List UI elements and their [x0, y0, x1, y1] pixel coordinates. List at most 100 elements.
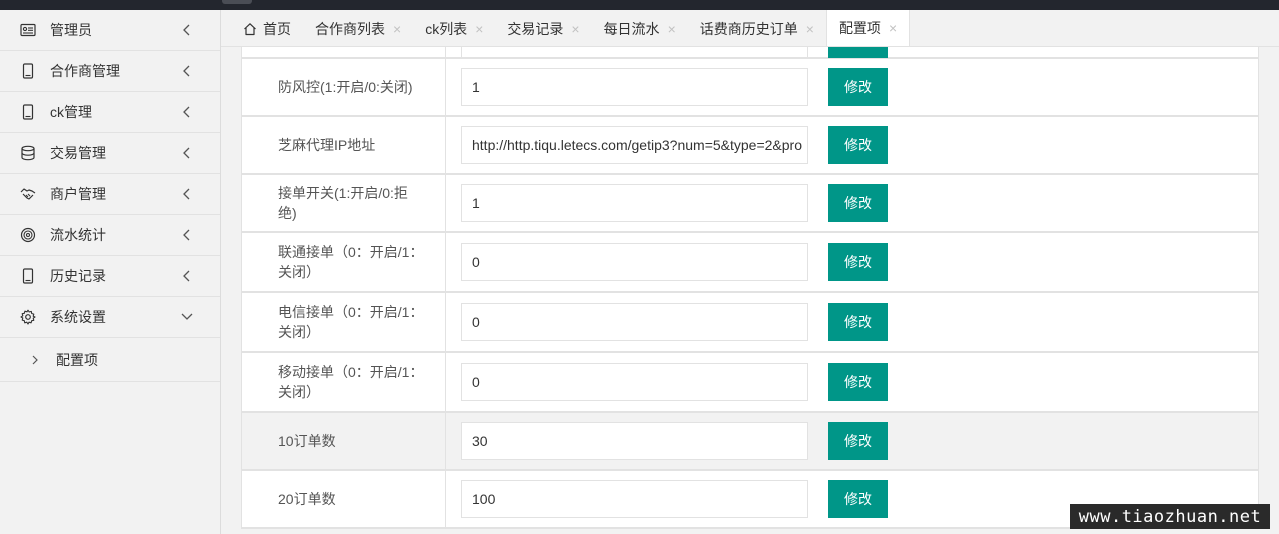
sidebar-item-label: 交易管理: [50, 145, 106, 161]
row-label: 芝麻代理IP地址: [242, 117, 446, 173]
tab-label: 首页: [263, 20, 291, 37]
sidebar-item-label: 商户管理: [50, 186, 106, 202]
tab-home[interactable]: 首页: [231, 10, 303, 47]
tab-daily-flow[interactable]: 每日流水 ×: [592, 10, 688, 47]
tab-partner-list[interactable]: 合作商列表 ×: [303, 10, 413, 47]
sidebar-subitem-label: 配置项: [56, 351, 98, 368]
sidebar-item-merchant-management[interactable]: 商户管理: [0, 174, 220, 215]
table-row: 防风控(1:开启/0:关闭) 1 修改: [242, 59, 1258, 117]
modify-button[interactable]: 修改: [828, 126, 888, 164]
config-input[interactable]: 1: [461, 68, 808, 106]
sidebar-item-label: 合作商管理: [50, 63, 120, 79]
sidebar-item-ck-management[interactable]: ck管理: [0, 92, 220, 133]
home-icon: [244, 22, 256, 35]
gear-icon: [20, 309, 36, 325]
chevron-left-icon: [183, 147, 190, 159]
modify-button[interactable]: 修改: [828, 243, 888, 281]
close-icon[interactable]: ×: [571, 21, 579, 37]
table-row: 电信接单（0：开启/1：关闭） 0 修改: [242, 293, 1258, 353]
tab-carrier-history-orders[interactable]: 话费商历史订单 ×: [688, 10, 826, 47]
row-label: 接单开关(1:开启/0:拒绝): [242, 175, 446, 231]
close-icon[interactable]: ×: [889, 20, 897, 36]
tab-trade-records[interactable]: 交易记录 ×: [495, 10, 591, 47]
config-input[interactable]: 100: [461, 480, 808, 518]
config-input[interactable]: 1: [461, 184, 808, 222]
table-row-partial: [242, 47, 1258, 59]
close-icon[interactable]: ×: [668, 21, 676, 37]
row-value-cell: 1 修改: [446, 175, 1258, 231]
modify-button[interactable]: 修改: [828, 184, 888, 222]
config-input[interactable]: 0: [461, 303, 808, 341]
sidebar-item-label: 历史记录: [50, 268, 106, 284]
sidebar-item-history[interactable]: 历史记录: [0, 256, 220, 297]
config-input[interactable]: 0: [461, 363, 808, 401]
row-label: 联通接单（0：开启/1：关闭）: [242, 233, 446, 291]
row-value-cell: http://http.tiqu.letecs.com/getip3?num=5…: [446, 117, 1258, 173]
tab-label: ck列表: [425, 20, 468, 37]
sidebar-item-partner-management[interactable]: 合作商管理: [0, 51, 220, 92]
database-icon: [20, 145, 36, 161]
target-icon: [20, 227, 36, 243]
sidebar-item-flow-statistics[interactable]: 流水统计: [0, 215, 220, 256]
config-input[interactable]: 30: [461, 422, 808, 460]
id-card-icon: [20, 22, 36, 38]
sidebar-item-label: 流水统计: [50, 227, 106, 243]
row-label: 防风控(1:开启/0:关闭): [242, 59, 446, 115]
chevron-left-icon: [183, 106, 190, 118]
modify-button[interactable]: 修改: [828, 68, 888, 106]
tab-label: 交易记录: [507, 20, 564, 37]
top-bar: [0, 0, 1279, 10]
tab-ck-list[interactable]: ck列表 ×: [413, 10, 495, 47]
chevron-left-icon: [183, 24, 190, 36]
config-input[interactable]: 0: [461, 243, 808, 281]
close-icon[interactable]: ×: [475, 21, 483, 37]
table-row: 芝麻代理IP地址 http://http.tiqu.letecs.com/get…: [242, 117, 1258, 175]
chevron-left-icon: [183, 188, 190, 200]
phone-icon: [20, 63, 36, 79]
sidebar-subitem-config[interactable]: 配置项: [0, 338, 220, 382]
sidebar-item-trade-management[interactable]: 交易管理: [0, 133, 220, 174]
modify-button-partial[interactable]: [828, 47, 888, 58]
modify-button[interactable]: 修改: [828, 422, 888, 460]
config-content: 防风控(1:开启/0:关闭) 1 修改 芝麻代理IP地址 http://http…: [221, 47, 1279, 534]
top-bar-handle[interactable]: [222, 0, 252, 4]
close-icon[interactable]: ×: [806, 21, 814, 37]
row-label: 移动接单（0：开启/1：关闭）: [242, 353, 446, 411]
row-label: [242, 47, 446, 57]
tab-label: 配置项: [838, 20, 881, 36]
row-label: 20订单数: [242, 471, 446, 527]
modify-button[interactable]: 修改: [828, 480, 888, 518]
sidebar-item-label: ck管理: [50, 104, 92, 120]
config-input-partial[interactable]: [461, 47, 808, 58]
close-icon[interactable]: ×: [393, 21, 401, 37]
sidebar-item-system-settings[interactable]: 系统设置: [0, 297, 220, 338]
sidebar-item-admin[interactable]: 管理员: [0, 10, 220, 51]
tab-label: 合作商列表: [315, 20, 385, 37]
chevron-down-icon: [181, 313, 193, 320]
row-value-cell: 30 修改: [446, 413, 1258, 469]
row-value-cell: [446, 47, 1258, 58]
modify-button[interactable]: 修改: [828, 303, 888, 341]
tab-label: 每日流水: [603, 20, 660, 37]
modify-button[interactable]: 修改: [828, 363, 888, 401]
config-input[interactable]: http://http.tiqu.letecs.com/getip3?num=5…: [461, 126, 808, 164]
sidebar: 管理员 合作商管理 ck管理 交易管理 商户管理 流水统计 历史记录 系统设置: [0, 10, 221, 534]
handshake-icon: [20, 186, 36, 202]
sidebar-item-label: 系统设置: [50, 309, 106, 325]
chevron-left-icon: [183, 229, 190, 241]
row-value-cell: 0 修改: [446, 293, 1258, 351]
table-row: 联通接单（0：开启/1：关闭） 0 修改: [242, 233, 1258, 293]
table-row: 移动接单（0：开启/1：关闭） 0 修改: [242, 353, 1258, 413]
row-value-cell: 0 修改: [446, 353, 1258, 411]
watermark: www.tiaozhuan.net: [1070, 504, 1270, 529]
row-value-cell: 0 修改: [446, 233, 1258, 291]
phone-icon: [20, 104, 36, 120]
config-table: 防风控(1:开启/0:关闭) 1 修改 芝麻代理IP地址 http://http…: [241, 47, 1259, 529]
row-label: 电信接单（0：开启/1：关闭）: [242, 293, 446, 351]
tab-config[interactable]: 配置项 ×: [825, 10, 911, 46]
tab-bar: 首页 合作商列表 × ck列表 × 交易记录 × 每日流水 × 话费商历史订单 …: [221, 10, 1279, 47]
table-row: 接单开关(1:开启/0:拒绝) 1 修改: [242, 175, 1258, 233]
row-value-cell: 1 修改: [446, 59, 1258, 115]
table-row: 10订单数 30 修改: [242, 413, 1258, 471]
phone-icon: [20, 268, 36, 284]
